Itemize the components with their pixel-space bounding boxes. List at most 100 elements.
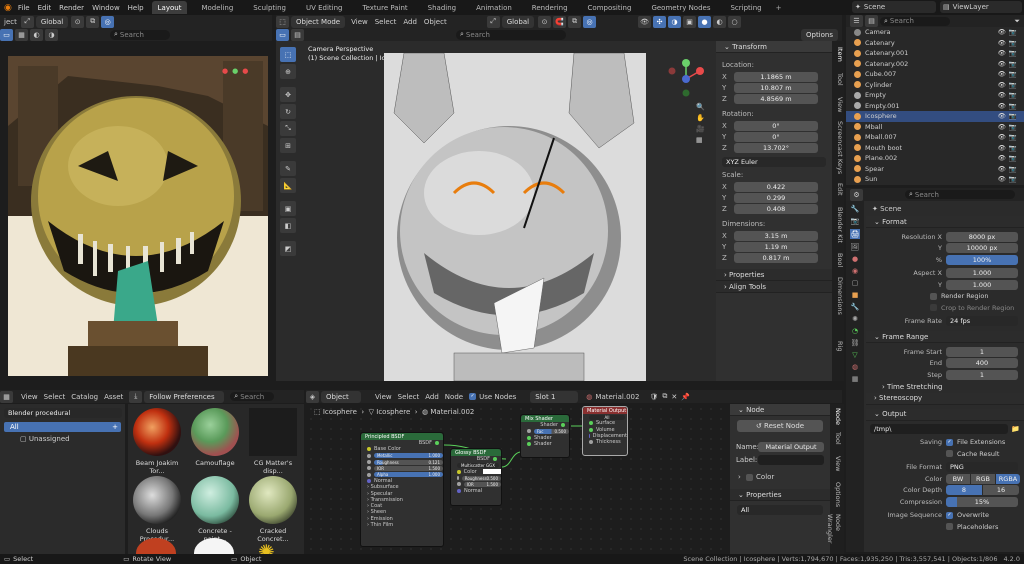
render-props-icon[interactable]: 📷 — [851, 217, 860, 225]
sunflower-thumbnail-icon[interactable]: ✺ — [258, 540, 288, 554]
filter-icon[interactable]: ⏷ — [1014, 17, 1020, 26]
tab-dimensions[interactable]: Dimensions — [834, 277, 844, 315]
format-header[interactable]: ⌄ Format — [866, 216, 1024, 228]
visibility-toggle-icon[interactable]: 👁📷 — [998, 144, 1020, 152]
location-x[interactable]: 1.1865 m — [734, 72, 818, 82]
outliner-row[interactable]: Icosphere 👁📷 — [846, 111, 1024, 122]
transform-header[interactable]: ⌄ Transform — [716, 41, 832, 53]
node-properties-header[interactable]: ⌄ Properties — [730, 489, 830, 501]
tab-rendering[interactable]: Rendering — [526, 1, 574, 14]
left-menu-object[interactable]: ject — [4, 18, 17, 26]
slot-dropdown[interactable]: Slot 1 — [530, 390, 579, 403]
view-layer-props-icon[interactable]: 🖼 — [851, 243, 860, 251]
import-icon[interactable]: ⤓ — [129, 390, 143, 403]
viewport-search-field[interactable]: ⌕ Search — [456, 29, 566, 40]
tab-shading[interactable]: Shading — [422, 1, 462, 14]
options-dropdown[interactable]: Options — [800, 28, 838, 41]
location-z[interactable]: 4.8569 m — [734, 94, 818, 104]
outliner-row[interactable]: Mball 👁📷 — [846, 122, 1024, 133]
render-region-checkbox[interactable] — [930, 292, 937, 300]
catalog-all[interactable]: All + — [4, 422, 121, 432]
tab-animation[interactable]: Animation — [470, 1, 518, 14]
overwrite-checkbox[interactable]: ✓ — [946, 511, 953, 519]
viewport-menu-add[interactable]: Add — [403, 18, 417, 26]
folder-icon[interactable]: 📁 — [1011, 425, 1020, 433]
add-workspace-icon[interactable]: + — [776, 4, 782, 12]
properties-header[interactable]: › Properties — [716, 269, 832, 281]
transform-tool-icon[interactable]: ⊞ — [280, 138, 296, 153]
data-props-icon[interactable]: ▽ — [852, 351, 857, 359]
pin-icon[interactable]: 📌 — [681, 393, 690, 401]
output-header[interactable]: ⌄ Output — [866, 408, 1024, 421]
tab-view[interactable]: View — [834, 97, 844, 112]
node-label-field[interactable] — [758, 455, 824, 465]
output-target-dropdown[interactable]: All — [589, 414, 625, 420]
unlink-icon[interactable]: ✕ — [671, 393, 677, 401]
asset-item[interactable]: Beam Joakim Tor... — [130, 408, 184, 475]
node-menu-select[interactable]: Select — [398, 393, 420, 401]
tab-item[interactable]: Item — [834, 47, 844, 62]
left-nav-gizmo[interactable]: ● ● ● — [222, 60, 270, 82]
tab-uv-editing[interactable]: UV Editing — [300, 1, 349, 14]
left-orientation-dropdown[interactable]: Global — [35, 15, 69, 28]
visibility-toggle-icon[interactable]: 👁📷 — [998, 39, 1020, 47]
dimension-y[interactable]: 1.19 m — [734, 242, 818, 252]
scale-y[interactable]: 0.299 — [734, 193, 818, 203]
resolution-y[interactable]: 10000 px — [946, 243, 1018, 254]
rotation-x[interactable]: 0° — [734, 121, 818, 131]
orientation-dropdown[interactable]: Global — [501, 15, 535, 28]
tab-rig[interactable]: Rig — [834, 341, 844, 351]
mix-shader-node[interactable]: Mix Shader Shader Fac 0.500 Shader Shader — [520, 414, 570, 458]
tab-blenderkit[interactable]: Blender Kit — [834, 207, 844, 243]
visibility-toggle-icon[interactable]: 👁📷 — [998, 175, 1020, 183]
snap-toggle-icon[interactable]: 🧲 — [553, 15, 567, 28]
node-color-checkbox[interactable] — [746, 473, 754, 481]
frame-step[interactable]: 1 — [946, 369, 1018, 380]
asset-item[interactable]: Clouds Procedur... — [130, 476, 184, 543]
visibility-toggle-icon[interactable]: 👁📷 — [998, 70, 1020, 78]
scale-z[interactable]: 0.408 — [734, 204, 818, 214]
new-material-icon[interactable]: ⧉ — [662, 392, 667, 401]
physics-props-icon[interactable]: ◔ — [852, 327, 858, 335]
tab-geometry-nodes[interactable]: Geometry Nodes — [645, 1, 716, 14]
add-catalog-icon[interactable]: + — [112, 423, 118, 431]
outliner-row[interactable]: Catenary.001 👁📷 — [846, 48, 1024, 59]
menu-help[interactable]: Help — [128, 4, 144, 12]
node-target-dropdown[interactable]: All — [737, 505, 823, 515]
mode-dropdown[interactable]: Object Mode — [291, 15, 346, 28]
select-tool-icon[interactable]: ⬚ — [280, 47, 296, 62]
use-nodes-checkbox[interactable]: ✓ — [469, 393, 477, 400]
tab-compositing[interactable]: Compositing — [582, 1, 638, 14]
asset-search[interactable]: ⌕ Search — [230, 392, 275, 401]
scene-selector[interactable]: ✦ Scene — [852, 1, 936, 13]
dimension-x[interactable]: 3.15 m — [734, 231, 818, 241]
import-method-dropdown[interactable]: Follow Preferences — [144, 390, 225, 403]
overlay-icon[interactable]: ◑ — [45, 28, 58, 41]
tab-bool[interactable]: Bool — [834, 253, 844, 267]
glossy-bsdf-node[interactable]: Glossy BSDF BSDF Multiscatter GGX Color … — [450, 448, 502, 506]
annotate-tool-icon[interactable]: ✎ — [280, 161, 296, 176]
align-tools-header[interactable]: › Align Tools — [716, 281, 832, 293]
node-tab-wrangler[interactable]: Node Wrangler — [826, 514, 842, 554]
blender-logo-icon[interactable]: ◉ — [4, 3, 12, 13]
color-bw-button[interactable]: BW — [946, 473, 970, 484]
frame-end[interactable]: 400 — [946, 358, 1018, 369]
outliner-row[interactable]: Catenary.002 👁📷 — [846, 59, 1024, 70]
color-rgb-button[interactable]: RGB — [971, 473, 995, 484]
visibility-icon[interactable]: 👁 — [638, 15, 652, 28]
resolution-x[interactable]: 8000 px — [946, 231, 1018, 242]
orientation-icon[interactable]: ⤢ — [486, 15, 500, 28]
orient-icon[interactable]: ⤢ — [20, 15, 34, 28]
texture-props-icon[interactable]: ▦ — [852, 375, 859, 383]
shading-icon[interactable]: ◐ — [30, 28, 43, 41]
glossy-roughness-field[interactable]: Roughness 0.500 — [461, 475, 501, 481]
node-section-header[interactable]: ⌄ Node — [730, 404, 830, 416]
rotation-y[interactable]: 0° — [734, 132, 818, 142]
outliner-row[interactable]: Camera 👁📷 — [846, 27, 1024, 38]
roughness-field[interactable]: Roughness 0.121 — [373, 459, 443, 465]
distribution-dropdown[interactable]: Multiscatter GGX — [457, 462, 499, 468]
menu-window[interactable]: Window — [92, 4, 120, 12]
editor-type-icon[interactable]: ⬚ — [276, 15, 289, 28]
scale-x[interactable]: 0.422 — [734, 182, 818, 192]
placeholders-checkbox[interactable] — [946, 523, 953, 531]
